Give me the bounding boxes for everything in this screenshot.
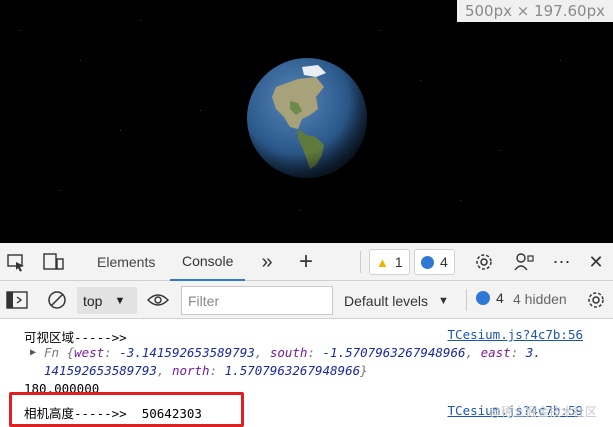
close-devtools-icon[interactable]: ✕ [584,251,608,273]
messages-badge[interactable]: 4 [414,249,455,275]
clear-console-icon[interactable] [45,289,69,311]
message-icon [476,291,490,305]
settings-gear-icon[interactable] [472,251,496,273]
log-object-line1[interactable]: ▶ Fn {west: -3.141592653589793, south: -… [0,345,613,363]
console-toolbar: top ▼ Default levels ▼ 4 4 hidden [0,281,613,319]
tab-console[interactable]: Console [170,243,246,281]
chevron-down-icon: ▼ [438,294,449,307]
inspect-element-icon[interactable] [4,251,28,273]
issues-counter[interactable]: 4 [476,290,504,306]
add-tab-icon[interactable]: + [294,248,318,275]
cesium-viewport[interactable]: 500px × 197.60px [0,0,613,243]
sidebar-toggle-icon[interactable] [4,289,30,311]
log-source-link[interactable]: TCesium.js?4c7b:56 [448,327,583,342]
chevron-down-icon: ▼ [114,294,126,307]
devtools-tabs-bar: Elements Console » + ▲ 1 4 ⋯ ✕ [0,243,613,281]
issues-count: 4 [496,290,504,306]
more-options-icon[interactable]: ⋯ [550,251,574,273]
warnings-count: 1 [394,254,403,270]
log-levels-dropdown[interactable]: Default levels ▼ [344,287,449,314]
viewport-dimensions-label: 500px × 197.60px [456,0,613,22]
live-expression-eye-icon[interactable] [145,289,171,311]
log-message: 可视区域----->> [24,330,127,345]
log-entry: 可视区域----->> TCesium.js?4c7b:56 [0,327,613,345]
messages-count: 4 [440,254,448,270]
hidden-count: 4 hidden [513,291,567,307]
highlight-annotation-box [9,392,244,427]
globe[interactable] [246,57,368,179]
tab-elements[interactable]: Elements [85,243,167,281]
device-emulation-icon[interactable] [42,251,66,273]
log-object-line2: 141592653589793, north: 1.57079632679489… [44,363,368,378]
connect-icon[interactable] [512,251,536,273]
message-icon [421,255,434,269]
context-value: top [83,292,103,309]
console-settings-gear-icon[interactable] [584,289,608,311]
more-tabs-icon[interactable]: » [256,251,278,273]
watermark: @稀土掘金技术社区 [488,405,597,419]
filter-input[interactable] [181,286,333,315]
warning-icon: ▲ [376,254,389,270]
warnings-badge[interactable]: ▲ 1 [369,249,410,275]
context-select[interactable]: top ▼ [77,287,137,314]
log-levels-label: Default levels [344,292,429,309]
expand-triangle-icon[interactable]: ▶ [30,347,36,358]
